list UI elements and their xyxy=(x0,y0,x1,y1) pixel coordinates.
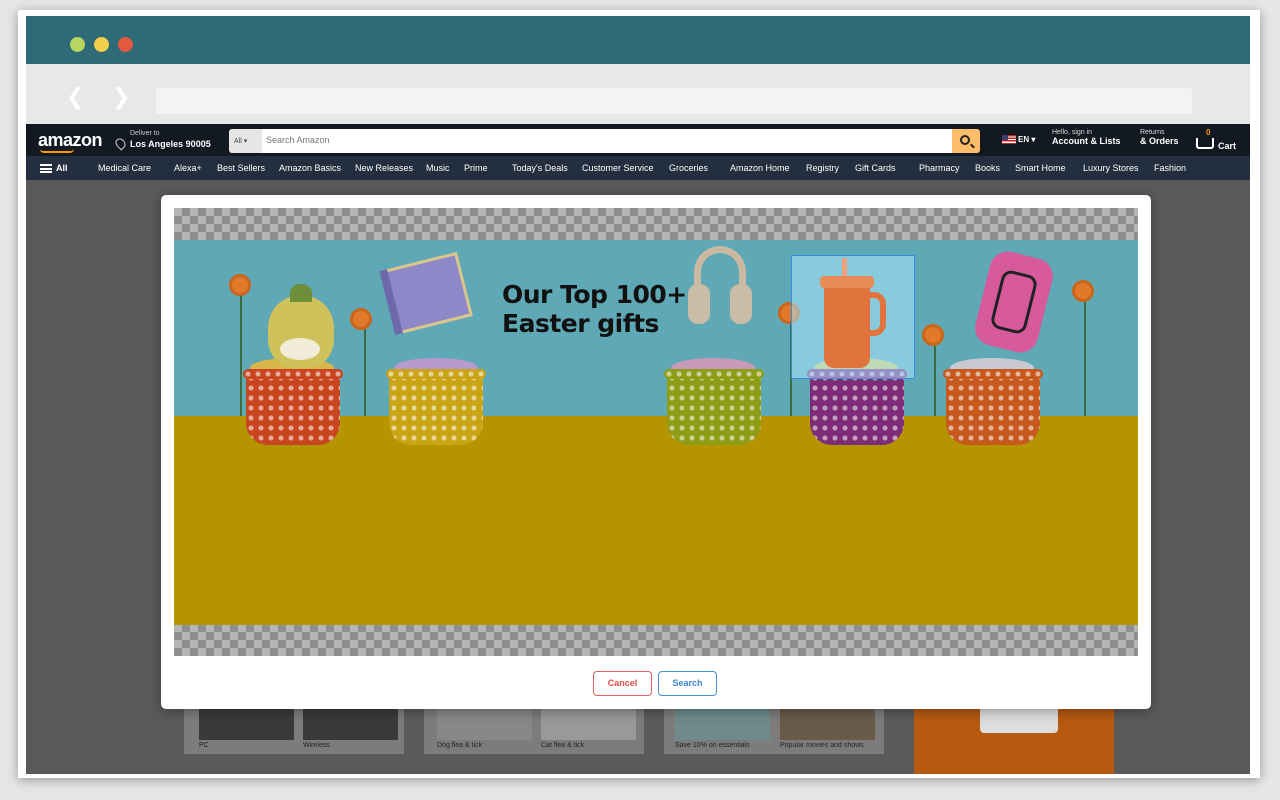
chevron-left-icon[interactable]: ❮ xyxy=(66,86,84,108)
nav-item[interactable]: Alexa+ xyxy=(174,163,202,173)
nav-item[interactable]: New Releases xyxy=(355,163,413,173)
menu-icon[interactable] xyxy=(40,164,52,173)
easter-banner-image: Our Top 100+ Easter gifts xyxy=(174,240,1138,625)
deliver-location: Los Angeles 90005 xyxy=(130,139,211,149)
nav-item[interactable]: Smart Home xyxy=(1015,163,1066,173)
nav-item[interactable]: Registry xyxy=(806,163,839,173)
banner-title-line2: Easter gifts xyxy=(502,309,659,338)
banner-floor xyxy=(174,416,1138,625)
basket xyxy=(807,369,907,445)
window-minimize-button[interactable] xyxy=(94,37,109,52)
window-close-button[interactable] xyxy=(118,37,133,52)
amazon-nav-bar: All Medical Care Alexa+ Best Sellers Ama… xyxy=(26,156,1250,180)
product-label[interactable]: Wireless xyxy=(303,742,330,749)
banner-title: Our Top 100+ Easter gifts xyxy=(502,280,687,338)
product-label[interactable]: Popular movies and shows xyxy=(780,742,864,749)
amazon-smile-icon xyxy=(40,149,74,153)
browser-toolbar: ❮ ❯ xyxy=(26,64,1250,124)
window-zoom-button[interactable] xyxy=(70,37,85,52)
basket xyxy=(386,369,486,445)
tumbler-handle xyxy=(866,292,886,336)
cart-count: 0 xyxy=(1206,128,1211,137)
search-icon xyxy=(960,135,970,145)
account-menu[interactable]: Hello, sign in Account & Lists xyxy=(1052,129,1121,146)
product-label[interactable]: Cat flea & tick xyxy=(541,742,584,749)
search-input[interactable]: Search Amazon xyxy=(262,129,952,153)
language-label: EN xyxy=(1018,135,1030,144)
flower-icon xyxy=(922,324,944,346)
returns-orders[interactable]: Returns & Orders xyxy=(1140,129,1179,146)
headphones-cup xyxy=(688,284,710,324)
us-flag-icon xyxy=(1002,135,1016,145)
nav-item[interactable]: Gift Cards xyxy=(855,163,896,173)
cart-label: Cart xyxy=(1218,141,1237,151)
search-submit-button[interactable] xyxy=(952,129,980,153)
nav-item[interactable]: Amazon Basics xyxy=(279,163,341,173)
plush-leaf xyxy=(290,284,312,302)
location-pin-icon xyxy=(113,136,128,151)
amazon-logo[interactable]: amazon xyxy=(38,130,103,151)
nav-item[interactable]: Groceries xyxy=(669,163,708,173)
product-label[interactable]: Dog flea & tick xyxy=(437,742,482,749)
headphones-cup xyxy=(730,284,752,324)
cart-icon xyxy=(1196,138,1214,149)
search-category-dropdown[interactable]: All ▾ xyxy=(229,129,262,153)
amazon-header: amazon Deliver to Los Angeles 90005 All … xyxy=(26,124,1250,156)
headphones xyxy=(686,246,754,328)
search-category-label: All xyxy=(234,138,242,145)
nav-item[interactable]: Customer Service xyxy=(582,163,654,173)
tumbler xyxy=(820,258,886,368)
banner-title-line1: Our Top 100+ xyxy=(502,280,687,309)
basket xyxy=(943,369,1043,445)
phone-case-print xyxy=(989,268,1039,336)
flower-stem xyxy=(240,284,242,416)
nav-all[interactable]: All xyxy=(56,163,68,173)
flower-icon xyxy=(229,274,251,296)
nav-item[interactable]: Music xyxy=(426,163,450,173)
cancel-button[interactable]: Cancel xyxy=(593,671,652,696)
flower-stem xyxy=(1084,294,1086,416)
nav-item[interactable]: Best Sellers xyxy=(217,163,265,173)
basket xyxy=(664,369,764,445)
address-bar[interactable] xyxy=(156,88,1192,114)
nav-item[interactable]: Luxury Stores xyxy=(1083,163,1139,173)
flower-icon xyxy=(350,308,372,330)
flower-icon xyxy=(1072,280,1094,302)
search-button[interactable]: Search xyxy=(658,671,717,696)
image-search-dialog: Our Top 100+ Easter gifts Cancel Search xyxy=(161,195,1151,709)
chevron-right-icon[interactable]: ❯ xyxy=(112,86,130,108)
cart-button[interactable]: 0 Cart xyxy=(1194,128,1246,153)
language-selector[interactable]: EN ▾ xyxy=(1002,135,1035,145)
product-label[interactable]: Save 10% on essentials xyxy=(675,742,750,749)
nav-item[interactable]: Fashion xyxy=(1154,163,1186,173)
browser-titlebar xyxy=(26,16,1250,64)
account-greeting: Hello, sign in xyxy=(1052,129,1093,136)
nav-item[interactable]: Pharmacy xyxy=(919,163,960,173)
orders-label: & Orders xyxy=(1140,136,1179,146)
account-lists-label: Account & Lists xyxy=(1052,136,1121,146)
flower-stem xyxy=(934,336,936,416)
browser-window: ❮ ❯ amazon Deliver to Los Angeles 90005 … xyxy=(18,10,1260,778)
page-viewport: amazon Deliver to Los Angeles 90005 All … xyxy=(26,124,1250,774)
plush-face xyxy=(280,338,320,360)
plush-toy xyxy=(268,284,334,368)
flower-stem xyxy=(364,320,366,416)
nav-item[interactable]: Today's Deals xyxy=(512,163,568,173)
nav-item[interactable]: Prime xyxy=(464,163,488,173)
nav-item[interactable]: Medical Care xyxy=(98,163,151,173)
deliver-label: Deliver to xyxy=(130,130,160,137)
image-crop-area[interactable]: Our Top 100+ Easter gifts xyxy=(174,208,1138,656)
nav-item[interactable]: Books xyxy=(975,163,1000,173)
basket xyxy=(243,369,343,445)
tumbler-lid xyxy=(820,276,874,288)
product-label[interactable]: PC xyxy=(199,742,209,749)
returns-label: Returns xyxy=(1140,129,1165,136)
nav-item[interactable]: Amazon Home xyxy=(730,163,790,173)
